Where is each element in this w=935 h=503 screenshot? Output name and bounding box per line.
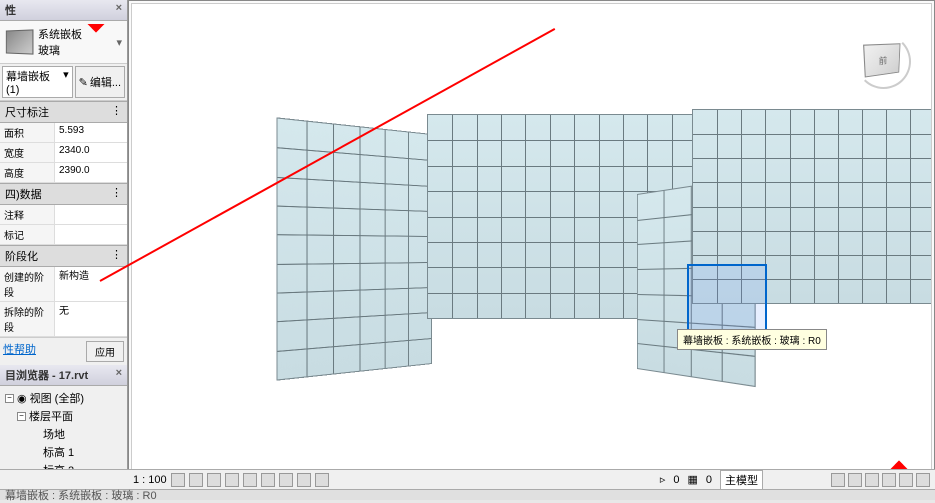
property-value[interactable] [55, 302, 127, 336]
select-links-icon[interactable] [848, 473, 862, 487]
element-tooltip: 幕墙嵌板 : 系统嵌板 : 玻璃 : R0 [677, 329, 827, 350]
browser-title: 目浏览器 - 17.rvt [5, 367, 88, 383]
visual-style-icon[interactable] [189, 473, 203, 487]
selected-panel-highlight[interactable] [687, 264, 767, 334]
project-browser[interactable]: − ◉ 视图 (全部) −楼层平面场地标高 1标高 2+天花板平面+三维视图+立… [0, 386, 127, 480]
property-row: 宽度 [0, 143, 127, 163]
tree-root[interactable]: − ◉ 视图 (全部) [3, 389, 124, 407]
instance-dropdown[interactable]: 幕墙嵌板 (1)▾ [2, 66, 73, 98]
property-label: 标记 [0, 225, 55, 244]
properties-title: 性 [5, 2, 16, 18]
properties-header: 性 × [0, 0, 127, 21]
status-bar: 幕墙嵌板 : 系统嵌板 : 玻璃 : R0 [0, 489, 935, 500]
property-row: 拆除的阶段 [0, 302, 127, 337]
property-label: 宽度 [0, 143, 55, 162]
properties-panel: 性 × 系统嵌板 玻璃 ▾ 幕墙嵌板 (1)▾ ✎编辑... 尺寸标注⋮ 面积宽… [0, 0, 128, 480]
section-phasing[interactable]: 阶段化⋮ [0, 245, 127, 267]
property-label: 拆除的阶段 [0, 302, 55, 336]
filter-icon[interactable] [831, 473, 845, 487]
close-icon[interactable]: × [116, 2, 122, 18]
property-row: 创建的阶段 [0, 267, 127, 302]
shadows-icon[interactable] [225, 473, 239, 487]
property-label: 创建的阶段 [0, 267, 55, 301]
property-row: 注释 [0, 205, 127, 225]
property-value[interactable] [55, 123, 127, 142]
property-value[interactable] [55, 163, 127, 182]
lock-icon[interactable] [279, 473, 293, 487]
edit-type-button[interactable]: ✎编辑... [75, 66, 125, 98]
property-row: 面积 [0, 123, 127, 143]
section-dimensions[interactable]: 尺寸标注⋮ [0, 101, 127, 123]
view-control-bar: 1 : 100 ▹ 0 ▦ 0 主模型 [0, 469, 935, 489]
tree-item[interactable]: −楼层平面 [3, 407, 124, 425]
status-num: 0 [673, 474, 679, 486]
section-identity[interactable]: 四)数据⋮ [0, 183, 127, 205]
property-row: 高度 [0, 163, 127, 183]
apply-button[interactable]: 应用 [86, 341, 124, 362]
property-value[interactable] [55, 205, 127, 224]
property-row: 标记 [0, 225, 127, 245]
tree-item[interactable]: 标高 1 [3, 443, 124, 461]
viewport-3d[interactable]: 前 幕墙嵌板 : 系统嵌板 : 玻璃 : R0 [128, 0, 935, 480]
view-cube[interactable]: 前 [856, 34, 911, 89]
type-text: 系统嵌板 玻璃 [38, 26, 111, 58]
browser-header: 目浏览器 - 17.rvt × [0, 365, 127, 386]
reveal-icon[interactable] [315, 473, 329, 487]
property-value[interactable] [55, 225, 127, 244]
property-value[interactable] [55, 143, 127, 162]
collapse-icon[interactable]: − [5, 394, 14, 403]
property-label: 注释 [0, 205, 55, 224]
properties-help-link[interactable]: 性帮助 [3, 341, 36, 362]
select-underlay-icon[interactable] [865, 473, 879, 487]
curtain-wall[interactable] [276, 117, 432, 380]
tree-item[interactable]: 场地 [3, 425, 124, 443]
temp-hide-icon[interactable] [297, 473, 311, 487]
select-pinned-icon[interactable] [882, 473, 896, 487]
property-label: 高度 [0, 163, 55, 182]
panel-type-icon [6, 29, 34, 54]
scale-label[interactable]: 1 : 100 [133, 474, 167, 486]
building-model[interactable] [282, 104, 932, 394]
drag-icon[interactable] [916, 473, 930, 487]
chevron-down-icon: ▾ [116, 36, 122, 49]
close-icon[interactable]: × [116, 367, 122, 383]
detail-level-icon[interactable] [171, 473, 185, 487]
property-label: 面积 [0, 123, 55, 142]
worksharing-dropdown[interactable]: 主模型 [720, 470, 763, 490]
expand-icon[interactable]: − [17, 412, 26, 421]
status-num: 0 [706, 474, 712, 486]
type-selector[interactable]: 系统嵌板 玻璃 ▾ [0, 21, 127, 64]
crop-icon[interactable] [243, 473, 257, 487]
crop-region-icon[interactable] [261, 473, 275, 487]
sun-path-icon[interactable] [207, 473, 221, 487]
